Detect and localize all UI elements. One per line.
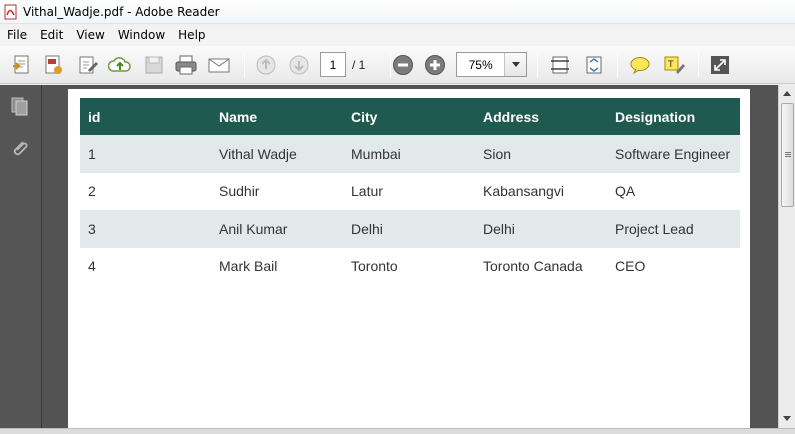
page-total-label: / 1 — [352, 58, 366, 72]
cell-address: Toronto Canada — [475, 247, 607, 285]
zoom-value[interactable]: 75% — [457, 58, 504, 72]
cell-name: Anil Kumar — [211, 210, 343, 248]
cell-address: Sion — [475, 135, 607, 173]
table-row: 3 Anil Kumar Delhi Delhi Project Lead — [80, 210, 740, 248]
cell-id: 1 — [80, 135, 211, 173]
table-row: 2 Sudhir Latur Kabansangvi QA — [80, 172, 740, 210]
cell-city: Latur — [343, 172, 475, 210]
menu-bar: File Edit View Window Help — [0, 25, 795, 45]
cell-id: 4 — [80, 247, 211, 285]
attachment-icon[interactable] — [7, 135, 33, 161]
cell-city: Mumbai — [343, 135, 475, 173]
cell-name: Sudhir — [211, 172, 343, 210]
document-viewer[interactable]: id Name City Address Designation 1 Vitha… — [42, 85, 778, 428]
navigation-panel — [0, 85, 42, 428]
cell-designation: QA — [607, 172, 740, 210]
create-pdf-icon[interactable] — [8, 51, 36, 79]
cell-address: Kabansangvi — [475, 172, 607, 210]
column-header-designation: Designation — [607, 98, 740, 135]
print-icon[interactable] — [172, 51, 200, 79]
edit-icon[interactable] — [74, 51, 102, 79]
zoom-out-icon[interactable] — [389, 51, 417, 79]
svg-text:T: T — [667, 60, 674, 70]
cell-id: 3 — [80, 210, 211, 248]
table-header-row: id Name City Address Designation — [80, 98, 740, 135]
menu-edit[interactable]: Edit — [33, 28, 69, 42]
pdf-file-icon — [3, 4, 19, 20]
pdf-page: id Name City Address Designation 1 Vitha… — [68, 89, 750, 428]
fit-width-icon[interactable] — [580, 51, 608, 79]
upload-icon[interactable] — [106, 51, 134, 79]
toolbar-divider — [244, 53, 245, 77]
scrollbar-thumb[interactable] — [781, 103, 794, 207]
menu-view[interactable]: View — [69, 28, 110, 42]
save-icon[interactable] — [140, 51, 168, 79]
convert-pdf-icon[interactable] — [40, 51, 68, 79]
menu-help[interactable]: Help — [171, 28, 211, 42]
cell-address: Delhi — [475, 210, 607, 248]
fullscreen-icon[interactable] — [706, 51, 734, 79]
cell-designation: Software Engineer — [607, 135, 740, 173]
column-header-name: Name — [211, 98, 343, 135]
cell-name: Mark Bail — [211, 247, 343, 285]
fit-page-icon[interactable] — [546, 51, 574, 79]
page-up-icon[interactable] — [252, 51, 280, 79]
menu-file[interactable]: File — [0, 28, 33, 42]
zoom-in-icon[interactable] — [421, 51, 449, 79]
title-bar: Vithal_Wadje.pdf - Adobe Reader — [0, 0, 795, 24]
cell-designation: CEO — [607, 247, 740, 285]
page-down-icon[interactable] — [285, 51, 313, 79]
toolbar-divider — [698, 53, 699, 77]
comment-icon[interactable] — [626, 51, 654, 79]
scroll-up-arrow-icon[interactable] — [779, 85, 795, 101]
column-header-city: City — [343, 98, 475, 135]
column-header-address: Address — [475, 98, 607, 135]
toolbar-divider — [617, 53, 618, 77]
cell-city: Toronto — [343, 247, 475, 285]
column-header-id: id — [80, 98, 211, 135]
highlight-icon[interactable]: T — [660, 51, 688, 79]
chevron-down-icon[interactable] — [504, 53, 526, 76]
menu-window[interactable]: Window — [111, 28, 171, 42]
vertical-scrollbar[interactable] — [778, 85, 795, 428]
cell-designation: Project Lead — [607, 210, 740, 248]
toolbar: T — [0, 46, 795, 84]
zoom-select[interactable]: 75% — [456, 52, 527, 77]
pages-icon[interactable] — [7, 93, 33, 119]
table-row: 1 Vithal Wadje Mumbai Sion Software Engi… — [80, 135, 740, 173]
cell-id: 2 — [80, 172, 211, 210]
toolbar-divider — [537, 53, 538, 77]
page-number-input[interactable]: 1 — [320, 52, 346, 77]
cell-name: Vithal Wadje — [211, 135, 343, 173]
table-row: 4 Mark Bail Toronto Toronto Canada CEO — [80, 247, 740, 285]
cell-city: Delhi — [343, 210, 475, 248]
email-icon[interactable] — [205, 51, 233, 79]
window-title: Vithal_Wadje.pdf - Adobe Reader — [23, 4, 220, 19]
status-bar — [0, 428, 795, 434]
scroll-down-arrow-icon[interactable] — [779, 410, 795, 426]
data-table: id Name City Address Designation 1 Vitha… — [80, 98, 740, 285]
